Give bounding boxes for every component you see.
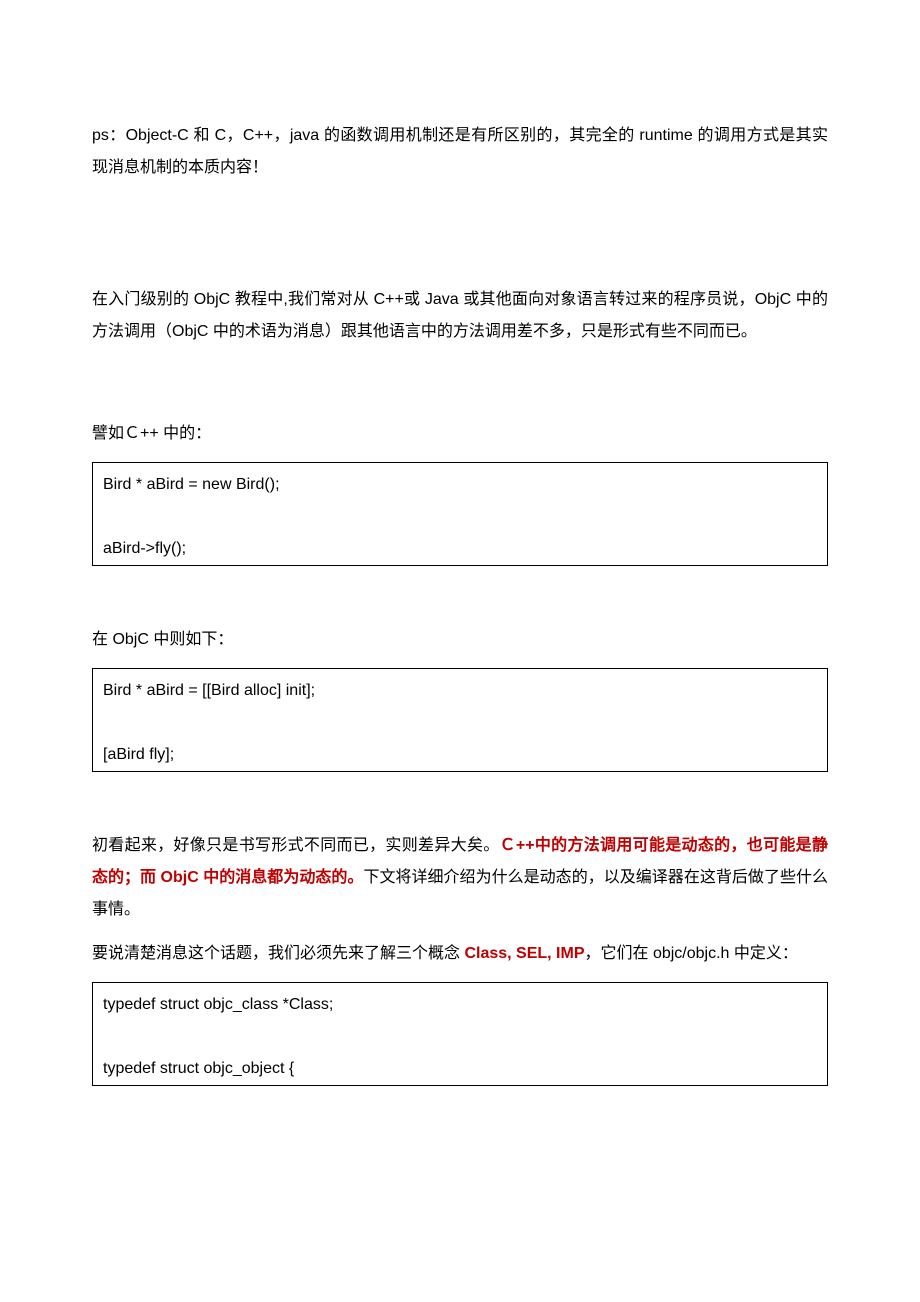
paragraph-concepts: 要说清楚消息这个话题，我们必须先来了解三个概念 Class, SEL, IMP，… (92, 938, 828, 970)
paragraph-tutorial: 在入门级别的 ObjC 教程中,我们常对从 C++或 Java 或其他面向对象语… (92, 284, 828, 348)
paragraph-intro: ps：Object-C 和 C，C++，java 的函数调用机制还是有所区别的，… (92, 120, 828, 184)
code-block-objc: Bird * aBird = [[Bird alloc] init]; [aBi… (92, 668, 828, 772)
paragraph-cpp-label: 譬如Ｃ++ 中的： (92, 418, 828, 450)
paragraph-objc-label: 在 ObjC 中则如下： (92, 624, 828, 656)
text-segment: ，它们在 objc/objc.h 中定义： (585, 945, 798, 962)
text-segment: 初看起来，好像只是书写形式不同而已，实则差异大矣。 (92, 837, 500, 854)
spacer (92, 360, 828, 418)
spacer (92, 196, 828, 284)
text-segment: 要说清楚消息这个话题，我们必须先来了解三个概念 (92, 945, 464, 962)
document-page: ps：Object-C 和 C，C++，java 的函数调用机制还是有所区别的，… (0, 0, 920, 1302)
spacer (92, 772, 828, 830)
spacer (92, 566, 828, 624)
text-highlight-class-sel-imp: Class, SEL, IMP (464, 945, 584, 962)
code-block-typedef: typedef struct objc_class *Class; typede… (92, 982, 828, 1086)
paragraph-difference: 初看起来，好像只是书写形式不同而已，实则差异大矣。Ｃ++中的方法调用可能是动态的… (92, 830, 828, 926)
code-block-cpp: Bird * aBird = new Bird(); aBird->fly(); (92, 462, 828, 566)
